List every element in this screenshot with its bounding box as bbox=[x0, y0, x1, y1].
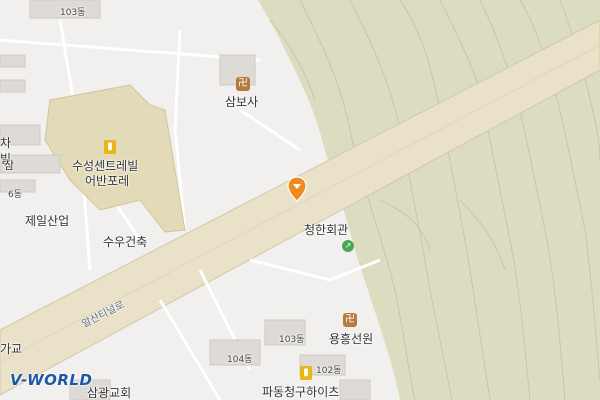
building-label-6: 6동 bbox=[8, 190, 23, 200]
place-label-partial-3: 삼 bbox=[4, 159, 15, 172]
place-label-jeil[interactable]: 제일산업 bbox=[25, 212, 69, 229]
place-label-suwoo[interactable]: 수우건축 bbox=[103, 233, 147, 250]
building-label-104: 104동 bbox=[227, 355, 253, 365]
temple-icon[interactable]: 卍 bbox=[343, 313, 357, 327]
location-pin-icon[interactable] bbox=[287, 176, 307, 202]
place-label-suseong-line2[interactable]: 어반포레 bbox=[85, 172, 129, 189]
building-label-103-top: 103동 bbox=[60, 8, 86, 18]
place-label-cheonghan[interactable]: 청한회관 bbox=[304, 221, 348, 238]
place-label-sambosa[interactable]: 삼보사 bbox=[225, 93, 258, 110]
building-label-103: 103동 bbox=[279, 335, 305, 345]
apartment-icon[interactable]: ▮ bbox=[300, 366, 312, 380]
vworld-logo: V-WORLD bbox=[10, 371, 93, 389]
place-label-samgwang[interactable]: 삼광교회 bbox=[87, 384, 131, 400]
temple-icon[interactable]: 卍 bbox=[236, 77, 250, 91]
building-label-102: 102동 bbox=[316, 366, 342, 376]
facility-icon[interactable]: ↗ bbox=[342, 240, 354, 252]
apartment-icon[interactable]: ▮ bbox=[104, 140, 116, 154]
place-label-partial-1: 차 bbox=[0, 136, 12, 150]
place-label-partial-4: 가교 bbox=[0, 342, 23, 356]
map-viewport[interactable]: 卍 삼보사 ▮ 수성센트레빌 어반포레 제일산업 수우건축 청한회관 ↗ 卍 용… bbox=[0, 0, 600, 400]
place-label-yongheung[interactable]: 용흥선원 bbox=[329, 330, 373, 347]
place-label-padong[interactable]: 파동청구하이츠 bbox=[262, 383, 339, 400]
